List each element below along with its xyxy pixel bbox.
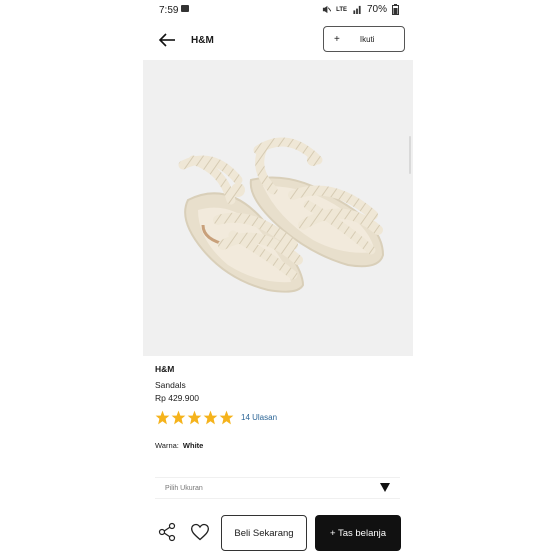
- status-bar: 7:59 LTE 70%: [143, 0, 413, 20]
- signal-icon: [353, 5, 361, 14]
- top-bar: H&M + Ikuti: [143, 22, 413, 58]
- page-title: H&M: [191, 35, 214, 46]
- network-type: LTE: [336, 6, 347, 13]
- heart-icon[interactable]: [190, 522, 210, 542]
- follow-label: Ikuti: [359, 34, 375, 44]
- battery-level: 70%: [366, 4, 387, 15]
- back-arrow-icon[interactable]: [157, 30, 177, 50]
- status-time: 7:59: [159, 5, 179, 16]
- caret-down-icon: [380, 483, 390, 492]
- star-icon: [187, 410, 202, 424]
- plus-icon: +: [334, 33, 340, 45]
- mute-icon: [322, 5, 332, 14]
- size-placeholder: Pilih Ukuran: [165, 485, 203, 492]
- product-image[interactable]: [143, 60, 413, 356]
- battery-icon: [392, 4, 399, 15]
- product-price: Rp 429.900: [155, 393, 199, 403]
- reviews-link[interactable]: 14 Ulasan: [241, 413, 277, 422]
- color-value: White: [182, 441, 204, 450]
- share-icon[interactable]: [158, 522, 176, 542]
- product-name: Sandals: [155, 380, 186, 390]
- buy-now-button[interactable]: Beli Sekarang: [221, 515, 307, 551]
- image-icon: [181, 5, 189, 12]
- color-label: Warna:: [155, 441, 179, 450]
- status-indicators: LTE 70%: [322, 4, 399, 15]
- star-icon: [171, 410, 186, 424]
- star-icon: [155, 410, 170, 424]
- rating-row[interactable]: 14 Ulasan: [155, 409, 277, 425]
- product-brand: H&M: [155, 364, 175, 374]
- follow-button[interactable]: + Ikuti: [323, 26, 405, 52]
- add-to-bag-button[interactable]: + Tas belanja: [315, 515, 401, 551]
- star-icon: [219, 410, 234, 424]
- color-row: Warna: White: [155, 441, 203, 450]
- scroll-indicator: [409, 136, 411, 174]
- size-select[interactable]: Pilih Ukuran: [155, 477, 400, 499]
- star-icon: [203, 410, 218, 424]
- sandals-image: [178, 137, 385, 293]
